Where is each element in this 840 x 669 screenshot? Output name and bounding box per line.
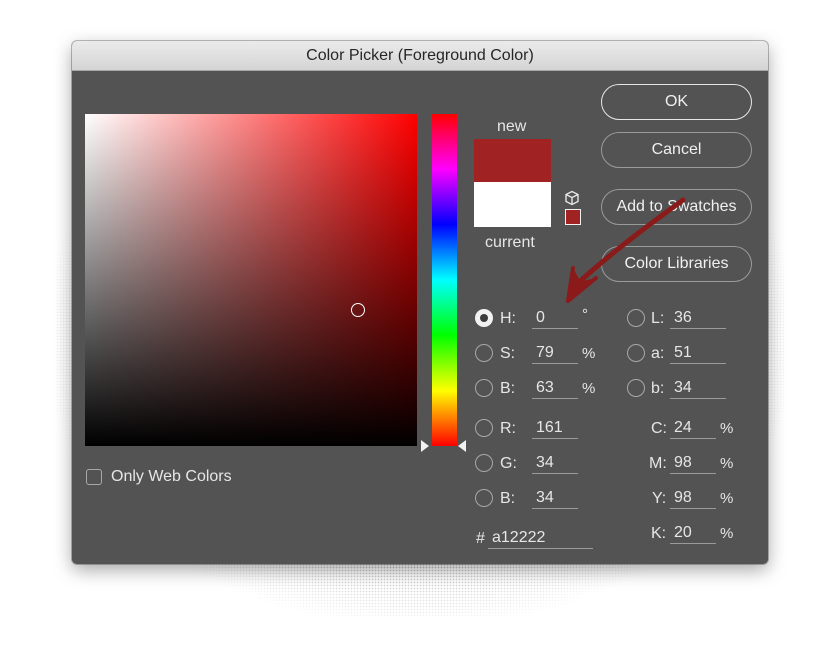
hue-unit: ° — [582, 306, 588, 323]
black-unit: % — [720, 525, 734, 542]
blue-radio[interactable] — [475, 489, 493, 507]
hue-radio[interactable] — [475, 309, 493, 327]
saturation-label: S: — [500, 345, 516, 362]
red-label: R: — [500, 420, 516, 437]
cube-icon[interactable] — [564, 190, 580, 206]
brightness-label: B: — [500, 380, 516, 397]
saturation-unit: % — [582, 345, 596, 362]
cyan-input[interactable]: 24 — [670, 419, 716, 439]
magenta-label: M: — [649, 455, 667, 472]
lab-a-input[interactable]: 51 — [670, 344, 726, 364]
websafe-swatch-icon[interactable] — [565, 209, 581, 225]
hex-input[interactable]: a12222 — [488, 529, 593, 549]
brightness-input[interactable]: 63 — [532, 379, 578, 399]
new-color-swatch — [474, 139, 551, 182]
lab-a-radio[interactable] — [627, 344, 645, 362]
green-input[interactable]: 34 — [532, 454, 578, 474]
saturation-radio[interactable] — [475, 344, 493, 362]
only-web-colors-checkbox[interactable] — [86, 469, 102, 485]
magenta-input[interactable]: 98 — [670, 454, 716, 474]
lightness-label: L: — [651, 310, 665, 327]
current-label: current — [485, 234, 535, 251]
yellow-label: Y: — [652, 490, 667, 507]
yellow-input[interactable]: 98 — [670, 489, 716, 509]
lab-b-label: b: — [651, 380, 665, 397]
blue-input[interactable]: 34 — [532, 489, 578, 509]
saturation-input[interactable]: 79 — [532, 344, 578, 364]
blue-label: B: — [500, 490, 516, 507]
cyan-unit: % — [720, 420, 734, 437]
lab-b-radio[interactable] — [627, 379, 645, 397]
cancel-button[interactable]: Cancel — [601, 132, 752, 168]
lab-b-input[interactable]: 34 — [670, 379, 726, 399]
cyan-label: C: — [651, 420, 667, 437]
color-libraries-button[interactable]: Color Libraries — [601, 246, 752, 282]
black-input[interactable]: 20 — [670, 524, 716, 544]
only-web-colors-label: Only Web Colors — [111, 468, 232, 485]
red-radio[interactable] — [475, 419, 493, 437]
hue-input[interactable]: 0 — [532, 309, 578, 329]
magenta-unit: % — [720, 455, 734, 472]
brightness-unit: % — [582, 380, 596, 397]
lightness-input[interactable]: 36 — [670, 309, 726, 329]
black-label: K: — [651, 525, 667, 542]
color-picker-dialog: Color Picker (Foreground Color) new curr… — [72, 41, 768, 564]
hue-slider-left-handle[interactable] — [421, 440, 429, 452]
color-field[interactable] — [85, 114, 417, 446]
hue-slider[interactable] — [432, 114, 457, 446]
new-label: new — [497, 118, 527, 135]
red-input[interactable]: 161 — [532, 419, 578, 439]
brightness-radio[interactable] — [475, 379, 493, 397]
hue-label: H: — [500, 310, 516, 327]
color-field-cursor[interactable] — [351, 303, 365, 317]
add-to-swatches-button[interactable]: Add to Swatches — [601, 189, 752, 225]
green-radio[interactable] — [475, 454, 493, 472]
current-color-swatch[interactable] — [474, 182, 551, 227]
window-title: Color Picker (Foreground Color) — [72, 41, 768, 71]
yellow-unit: % — [720, 490, 734, 507]
lab-a-label: a: — [651, 345, 665, 362]
hex-label: # — [476, 530, 485, 547]
green-label: G: — [500, 455, 517, 472]
hue-slider-right-handle[interactable] — [458, 440, 466, 452]
ok-button[interactable]: OK — [601, 84, 752, 120]
lightness-radio[interactable] — [627, 309, 645, 327]
